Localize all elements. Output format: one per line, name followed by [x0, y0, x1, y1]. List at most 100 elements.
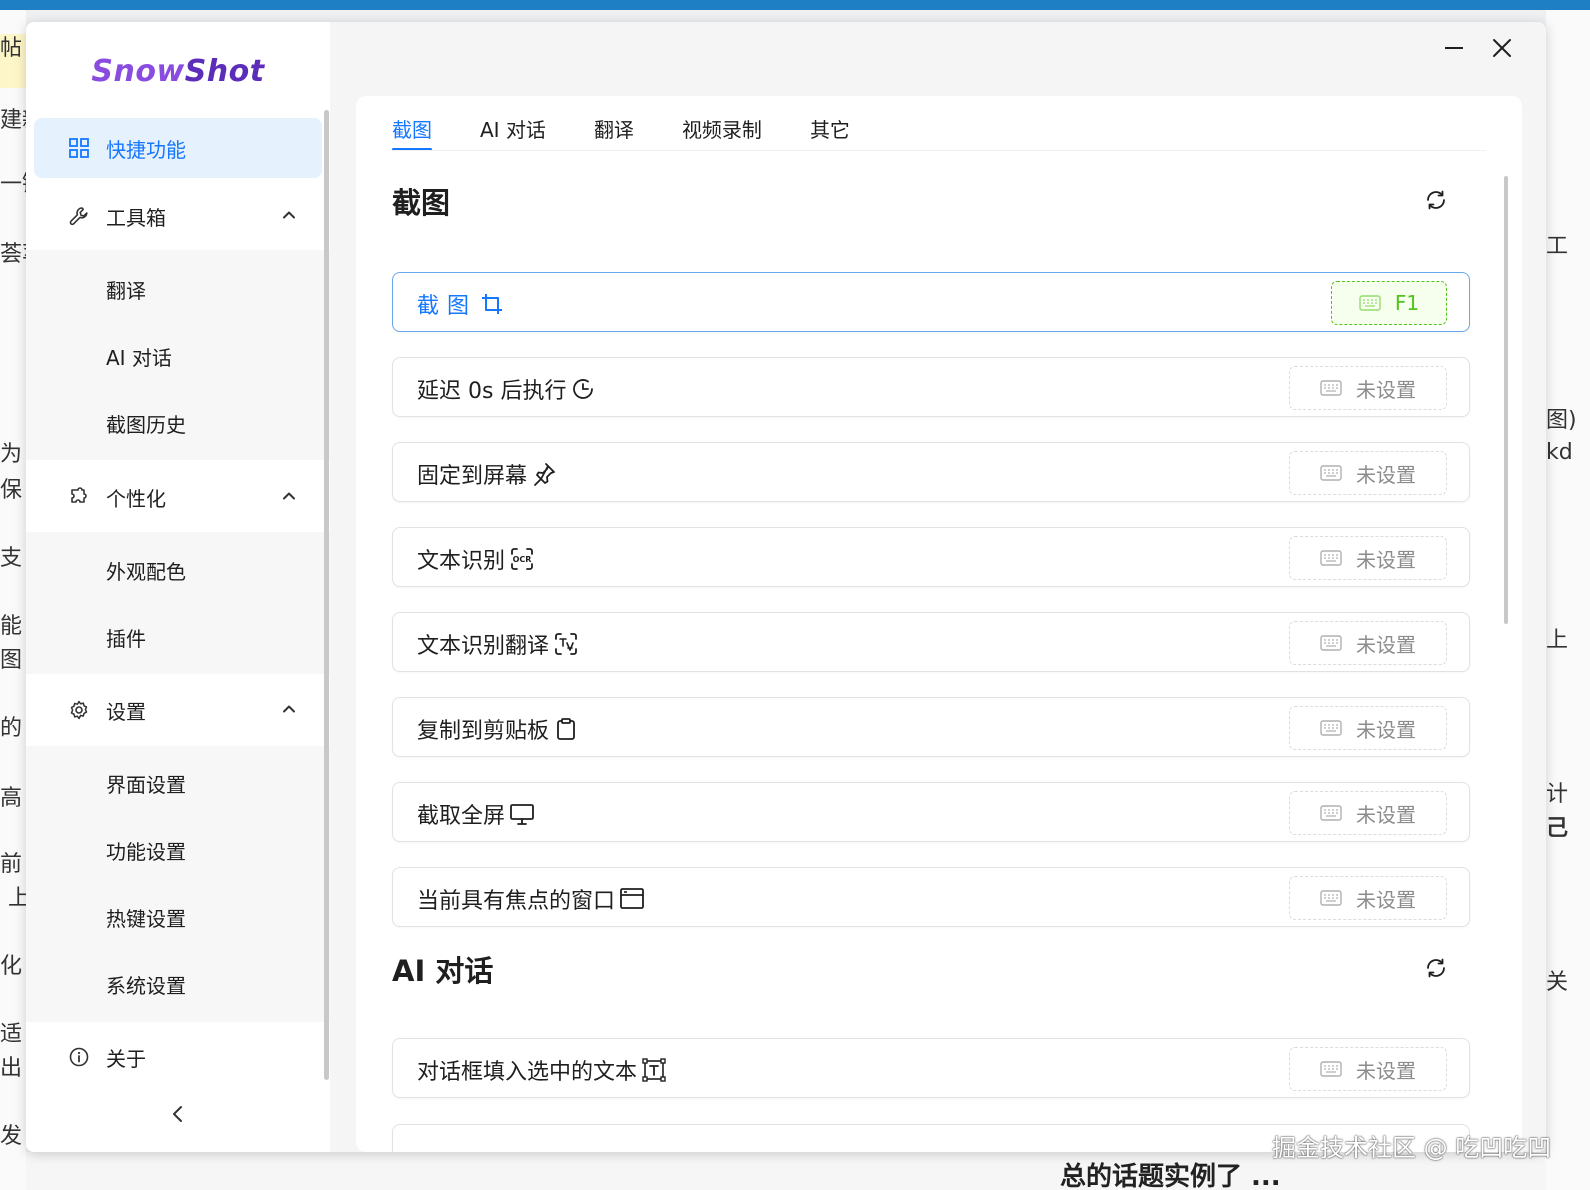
ocr-icon: OCR	[511, 548, 533, 570]
bg-text: 建新	[0, 108, 26, 133]
sidebar-item-plugins[interactable]: 插件	[34, 608, 322, 664]
sidebar-item-hotkey-settings[interactable]: 热键设置	[34, 888, 322, 944]
hotkey-value: 未设置	[1356, 1058, 1416, 1083]
sidebar-item-label: 快捷功能	[106, 138, 186, 162]
info-icon	[69, 1047, 89, 1067]
window-icon	[620, 888, 644, 909]
crop-icon	[482, 294, 503, 314]
chevron-up-icon[interactable]	[280, 487, 298, 505]
background-window-right: 工 图) kd 上 计 己 关	[1546, 10, 1590, 1190]
sidebar-item-personalize[interactable]: 个性化	[34, 467, 322, 527]
shortcut-row-pin[interactable]: 固定到屏幕 未设置	[392, 442, 1470, 502]
tab-screenshot[interactable]: 截图	[392, 112, 432, 152]
hotkey-button[interactable]: 未设置	[1289, 451, 1447, 495]
shortcut-row-screenshot[interactable]: 截图 F1	[392, 272, 1470, 332]
sidebar-scrollbar[interactable]	[324, 110, 329, 1080]
bg-text: 荟萃	[0, 242, 26, 267]
tab-other[interactable]: 其它	[810, 112, 850, 152]
desktop-top-bar	[0, 0, 1590, 10]
hotkey-value: 未设置	[1356, 887, 1416, 912]
hotkey-value: 未设置	[1356, 462, 1416, 487]
shortcut-row-copy-clipboard[interactable]: 复制到剪贴板 未设置	[392, 697, 1470, 757]
reset-icon[interactable]	[1424, 956, 1448, 980]
chevron-up-icon[interactable]	[280, 206, 298, 224]
shortcut-label-text: 固定到屏幕	[417, 464, 528, 489]
shortcut-label: 文本识别翻译	[417, 628, 579, 660]
reset-icon[interactable]	[1424, 188, 1448, 212]
hotkey-button[interactable]: 未设置	[1289, 536, 1447, 580]
sidebar-item-about[interactable]: 关于	[34, 1027, 322, 1087]
keyboard-icon	[1320, 635, 1342, 651]
bg-text: 出	[0, 1056, 23, 1081]
monitor-icon	[510, 804, 534, 825]
logo-snow: Snow	[91, 54, 185, 89]
shortcut-row-ocr-translate[interactable]: 文本识别翻译 未设置	[392, 612, 1470, 672]
keyboard-icon	[1320, 465, 1342, 481]
shortcut-label: 截取全屏	[417, 798, 535, 830]
snowshot-window: SnowShot 快捷功能 工具箱 翻译 AI 对话 截图历史 个性化 外观配色…	[26, 22, 1546, 1152]
shortcut-label-text: 对话框填入选中的文本	[417, 1060, 638, 1085]
section-title: AI 对话	[392, 954, 494, 988]
close-icon[interactable]	[1488, 34, 1516, 62]
bg-text: 能	[0, 614, 23, 639]
sidebar-item-shortcuts[interactable]: 快捷功能	[34, 118, 322, 178]
sidebar-item-translate[interactable]: 翻译	[34, 260, 322, 316]
sidebar-item-system-settings[interactable]: 系统设置	[34, 955, 322, 1011]
sidebar-item-toolbox[interactable]: 工具箱	[34, 186, 322, 246]
hotkey-button[interactable]: 未设置	[1289, 791, 1447, 835]
bg-text: 己	[1546, 816, 1569, 841]
shortcut-row-delay[interactable]: 延迟 0s 后执行 未设置	[392, 357, 1470, 417]
hotkey-button[interactable]: F1	[1331, 281, 1447, 325]
tab-ai-chat[interactable]: AI 对话	[480, 112, 546, 152]
clipboard-icon	[557, 718, 575, 740]
watermark: 掘金技术社区 @ 吃凹吃凹	[1272, 1134, 1552, 1162]
bg-text: 高	[0, 786, 23, 811]
shortcut-row-focused-window[interactable]: 当前具有焦点的窗口 未设置	[392, 867, 1470, 927]
shortcut-label-text: 复制到剪贴板	[417, 719, 550, 744]
bg-text: 工	[1546, 234, 1569, 259]
shortcut-label: 截图	[417, 288, 505, 320]
sidebar-item-function-settings[interactable]: 功能设置	[34, 821, 322, 877]
hotkey-button[interactable]: 未设置	[1289, 366, 1447, 410]
bg-text: 图)	[1546, 408, 1577, 433]
sidebar-item-label: 工具箱	[106, 206, 166, 230]
sidebar-item-screenshot-history[interactable]: 截图历史	[34, 394, 322, 450]
keyboard-icon	[1320, 720, 1342, 736]
pin-icon	[534, 463, 555, 486]
hotkey-button[interactable]: 未设置	[1289, 1047, 1447, 1091]
bg-text: 前	[0, 852, 23, 877]
hotkey-button[interactable]: 未设置	[1289, 621, 1447, 665]
shortcut-label: 当前具有焦点的窗口	[417, 883, 645, 915]
sidebar: SnowShot 快捷功能 工具箱 翻译 AI 对话 截图历史 个性化 外观配色…	[26, 22, 330, 1152]
collapse-sidebar-icon[interactable]	[166, 1102, 190, 1126]
personalize-submenu: 外观配色 插件	[26, 532, 330, 674]
sidebar-item-label: 关于	[106, 1047, 146, 1071]
sidebar-item-appearance[interactable]: 外观配色	[34, 541, 322, 597]
shortcut-row-fill-selected-text[interactable]: 对话框填入选中的文本 未设置	[392, 1038, 1470, 1098]
text-select-icon	[642, 1058, 666, 1082]
shortcut-label-text: 文本识别	[417, 549, 506, 574]
tab-video-record[interactable]: 视频录制	[682, 112, 762, 152]
keyboard-icon	[1320, 550, 1342, 566]
bg-text: 一键	[0, 172, 26, 197]
sidebar-item-ai-chat[interactable]: AI 对话	[34, 327, 322, 383]
bg-text: 帖	[0, 36, 23, 61]
hotkey-value: 未设置	[1356, 632, 1416, 657]
keyboard-icon	[1320, 1061, 1342, 1077]
content-scrollbar[interactable]	[1504, 176, 1508, 624]
keyboard-icon	[1320, 380, 1342, 396]
tab-translate[interactable]: 翻译	[594, 112, 634, 152]
shortcut-row-ocr[interactable]: 文本识别 OCR 未设置	[392, 527, 1470, 587]
sidebar-item-ui-settings[interactable]: 界面设置	[34, 754, 322, 810]
shortcut-row-fullscreen[interactable]: 截取全屏 未设置	[392, 782, 1470, 842]
keyboard-icon	[1359, 295, 1381, 311]
chevron-up-icon[interactable]	[280, 700, 298, 718]
sidebar-item-label: AI 对话	[106, 346, 172, 370]
bg-text: 上	[1546, 628, 1569, 653]
sidebar-item-settings[interactable]: 设置	[34, 680, 322, 740]
hotkey-button[interactable]: 未设置	[1289, 876, 1447, 920]
hotkey-button[interactable]: 未设置	[1289, 706, 1447, 750]
wrench-icon	[69, 207, 88, 226]
minimize-icon[interactable]	[1440, 34, 1468, 62]
bg-text: 图	[0, 648, 23, 673]
